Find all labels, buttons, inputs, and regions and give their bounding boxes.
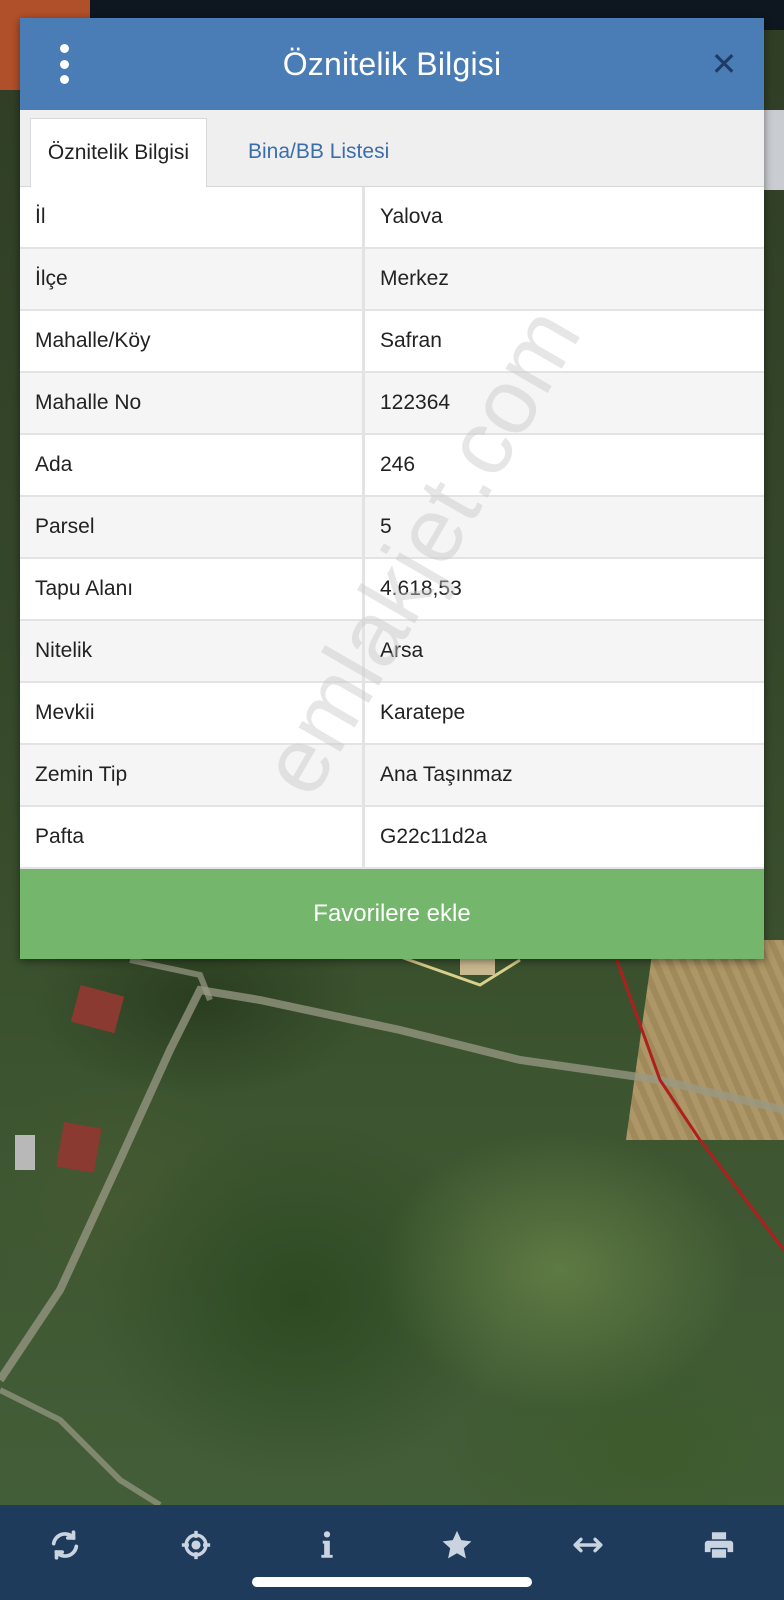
star-icon[interactable] [427,1515,487,1575]
refresh-icon[interactable] [35,1515,95,1575]
attribute-key: Pafta [20,806,365,869]
attribute-value: 122364 [363,372,764,435]
info-icon[interactable] [297,1515,357,1575]
attribute-value: Karatepe [363,682,764,745]
dialog-title: Öznitelik Bilgisi [282,45,502,82]
crosshair-icon[interactable] [166,1515,226,1575]
table-row: Tapu Alanı 4.618,53 [20,558,764,621]
table-row: İl Yalova [20,187,764,249]
attribute-key: Mahalle/Köy [20,310,365,373]
attribute-key: Nitelik [20,620,365,683]
more-vertical-icon[interactable] [54,44,74,84]
attribute-key: Zemin Tip [20,744,365,807]
app-screen: Öznitelik Bilgisi ✕ Öznitelik Bilgisi Bi… [0,0,784,1600]
dialog-header: Öznitelik Bilgisi ✕ [20,18,764,110]
attribute-key: Mevkii [20,682,365,745]
tab-attribute-info[interactable]: Öznitelik Bilgisi [30,118,207,187]
bottom-toolbar [0,1505,784,1585]
attribute-key: İlçe [20,248,365,311]
table-row: Nitelik Arsa [20,620,764,683]
attribute-info-dialog: Öznitelik Bilgisi ✕ Öznitelik Bilgisi Bi… [20,18,764,959]
tab-building-list[interactable]: Bina/BB Listesi [232,118,405,186]
attribute-key: Ada [20,434,365,497]
table-row: Mahalle No 122364 [20,372,764,435]
attribute-value: Safran [363,310,764,373]
table-row: Pafta G22c11d2a [20,806,764,869]
attribute-value: 4.618,53 [363,558,764,621]
attribute-value: 246 [363,434,764,497]
table-row: Zemin Tip Ana Taşınmaz [20,744,764,807]
table-row: Mahalle/Köy Safran [20,310,764,373]
attribute-value: Merkez [363,248,764,311]
attribute-value: Arsa [363,620,764,683]
attribute-key: Tapu Alanı [20,558,365,621]
table-row: Ada 246 [20,434,764,497]
attribute-value: Ana Taşınmaz [363,744,764,807]
add-to-favorites-button[interactable]: Favorilere ekle [20,869,764,959]
home-indicator[interactable] [252,1577,532,1587]
attribute-key: Parsel [20,496,365,559]
table-row: İlçe Merkez [20,248,764,311]
attribute-table: İl Yalova İlçe Merkez Mahalle/Köy Safran… [20,187,764,869]
table-row: Parsel 5 [20,496,764,559]
close-icon[interactable]: ✕ [708,48,740,80]
measure-icon[interactable] [558,1515,618,1575]
attribute-value: 5 [363,496,764,559]
dialog-tabs: Öznitelik Bilgisi Bina/BB Listesi [20,110,764,187]
print-icon[interactable] [689,1515,749,1575]
attribute-key: İl [20,187,365,249]
attribute-value: G22c11d2a [363,806,764,869]
attribute-key: Mahalle No [20,372,365,435]
table-row: Mevkii Karatepe [20,682,764,745]
attribute-value: Yalova [363,187,764,249]
